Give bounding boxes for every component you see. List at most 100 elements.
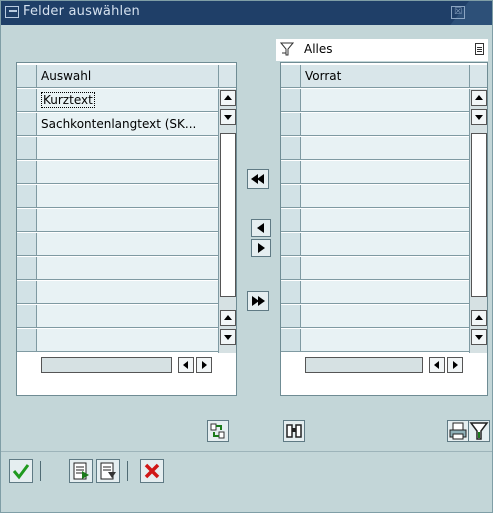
row-selector[interactable] — [281, 305, 301, 327]
table-row[interactable] — [17, 161, 218, 184]
find-button[interactable] — [283, 420, 305, 442]
table-header-row: Vorrat — [281, 65, 487, 88]
scroll-down-icon[interactable] — [471, 109, 487, 125]
dialog-window: Felder auswählen ☒ Alles Auswahl Kurztext… — [0, 0, 493, 513]
print-button[interactable] — [447, 420, 469, 442]
table-row[interactable] — [281, 257, 469, 280]
column-config-cell[interactable] — [218, 65, 236, 87]
row-selector[interactable] — [281, 233, 301, 255]
scroll-right-icon[interactable] — [447, 357, 463, 373]
dropdown-list-icon[interactable] — [475, 43, 484, 55]
double-arrow-left-icon — [251, 174, 264, 184]
table-row[interactable] — [281, 209, 469, 232]
sort-button[interactable] — [207, 420, 229, 442]
select-all-cell[interactable] — [281, 65, 301, 87]
row-selector[interactable] — [17, 329, 37, 351]
move-right-button[interactable] — [251, 239, 271, 257]
scroll-down-icon[interactable] — [220, 109, 236, 125]
row-selector[interactable] — [281, 185, 301, 207]
find-binoculars-icon — [286, 424, 302, 438]
table-row[interactable] — [281, 137, 469, 160]
table-row[interactable] — [17, 233, 218, 256]
row-selector[interactable] — [17, 257, 37, 279]
scroll-thumb[interactable] — [220, 133, 236, 297]
select-layout-button[interactable] — [69, 459, 93, 483]
row-selector[interactable] — [281, 209, 301, 231]
move-all-left-button[interactable] — [247, 169, 269, 189]
save-layout-button[interactable] — [96, 459, 120, 483]
move-left-button[interactable] — [251, 219, 271, 237]
vertical-scrollbar[interactable] — [469, 89, 487, 353]
table-row[interactable] — [17, 305, 218, 328]
table-row[interactable] — [281, 185, 469, 208]
table-row[interactable] — [17, 137, 218, 160]
row-selector[interactable] — [281, 89, 301, 111]
table-row[interactable] — [17, 257, 218, 280]
horizontal-scrollbar[interactable] — [41, 357, 234, 373]
scroll-right-icon[interactable] — [196, 357, 212, 373]
scroll-down-icon[interactable] — [220, 329, 236, 345]
table-row[interactable] — [17, 209, 218, 232]
filter-dropdown[interactable]: Alles — [276, 39, 488, 61]
row-selector[interactable] — [17, 185, 37, 207]
scroll-up-icon[interactable] — [471, 90, 487, 106]
scroll-thumb[interactable] — [471, 133, 487, 297]
row-selector[interactable] — [17, 137, 37, 159]
table-row[interactable] — [281, 113, 469, 136]
layout-save-icon — [100, 462, 116, 480]
close-icon[interactable]: ☒ — [451, 6, 465, 19]
column-header[interactable]: Vorrat — [305, 69, 341, 83]
table-row[interactable] — [281, 233, 469, 256]
row-selector[interactable] — [17, 305, 37, 327]
vertical-scrollbar[interactable] — [218, 89, 236, 353]
table-row[interactable] — [17, 329, 218, 352]
table-row[interactable] — [281, 89, 469, 112]
row-selector[interactable] — [281, 161, 301, 183]
arrow-left-icon — [257, 223, 264, 233]
row-selector[interactable] — [281, 281, 301, 303]
cancel-x-icon — [144, 463, 160, 479]
table-row[interactable] — [281, 161, 469, 184]
table-row[interactable]: Sachkontenlangtext (SK... — [17, 113, 218, 136]
toolbar-separator — [40, 461, 41, 481]
row-selector[interactable] — [17, 209, 37, 231]
scroll-left-icon[interactable] — [178, 357, 194, 373]
row-selector[interactable] — [17, 161, 37, 183]
scroll-up-icon[interactable] — [220, 310, 236, 326]
row-selector[interactable] — [17, 89, 37, 111]
scroll-up-icon[interactable] — [471, 310, 487, 326]
scroll-left-icon[interactable] — [429, 357, 445, 373]
table-row[interactable] — [281, 281, 469, 304]
row-selector[interactable] — [281, 329, 301, 351]
move-all-right-button[interactable] — [247, 291, 269, 311]
horizontal-scrollbar[interactable] — [305, 357, 485, 373]
table-cell[interactable]: Kurztext — [41, 92, 95, 108]
row-selector[interactable] — [281, 137, 301, 159]
set-filter-button[interactable] — [468, 420, 490, 442]
filter-set-icon — [469, 422, 489, 440]
stock-table: Vorrat — [280, 62, 488, 396]
column-header[interactable]: Auswahl — [41, 69, 91, 83]
row-selector[interactable] — [281, 113, 301, 135]
scroll-up-icon[interactable] — [220, 90, 236, 106]
table-row[interactable]: Kurztext — [17, 89, 218, 112]
row-selector[interactable] — [281, 257, 301, 279]
table-row[interactable] — [17, 281, 218, 304]
confirm-button[interactable] — [9, 459, 33, 483]
table-row[interactable] — [281, 305, 469, 328]
row-selector[interactable] — [17, 281, 37, 303]
table-row[interactable] — [17, 185, 218, 208]
column-config-cell[interactable] — [469, 65, 487, 87]
row-selector[interactable] — [17, 233, 37, 255]
table-row[interactable] — [281, 329, 469, 352]
table-cell[interactable]: Sachkontenlangtext (SK... — [41, 117, 196, 131]
selection-table: Auswahl Kurztext Sachkontenlangtext (SK... — [16, 62, 237, 396]
cancel-button[interactable] — [140, 459, 164, 483]
checkmark-icon — [12, 464, 30, 480]
scroll-track[interactable] — [305, 357, 423, 373]
window-menu-icon[interactable] — [5, 6, 19, 18]
scroll-track[interactable] — [41, 357, 172, 373]
row-selector[interactable] — [17, 113, 37, 135]
select-all-cell[interactable] — [17, 65, 37, 87]
scroll-down-icon[interactable] — [471, 329, 487, 345]
